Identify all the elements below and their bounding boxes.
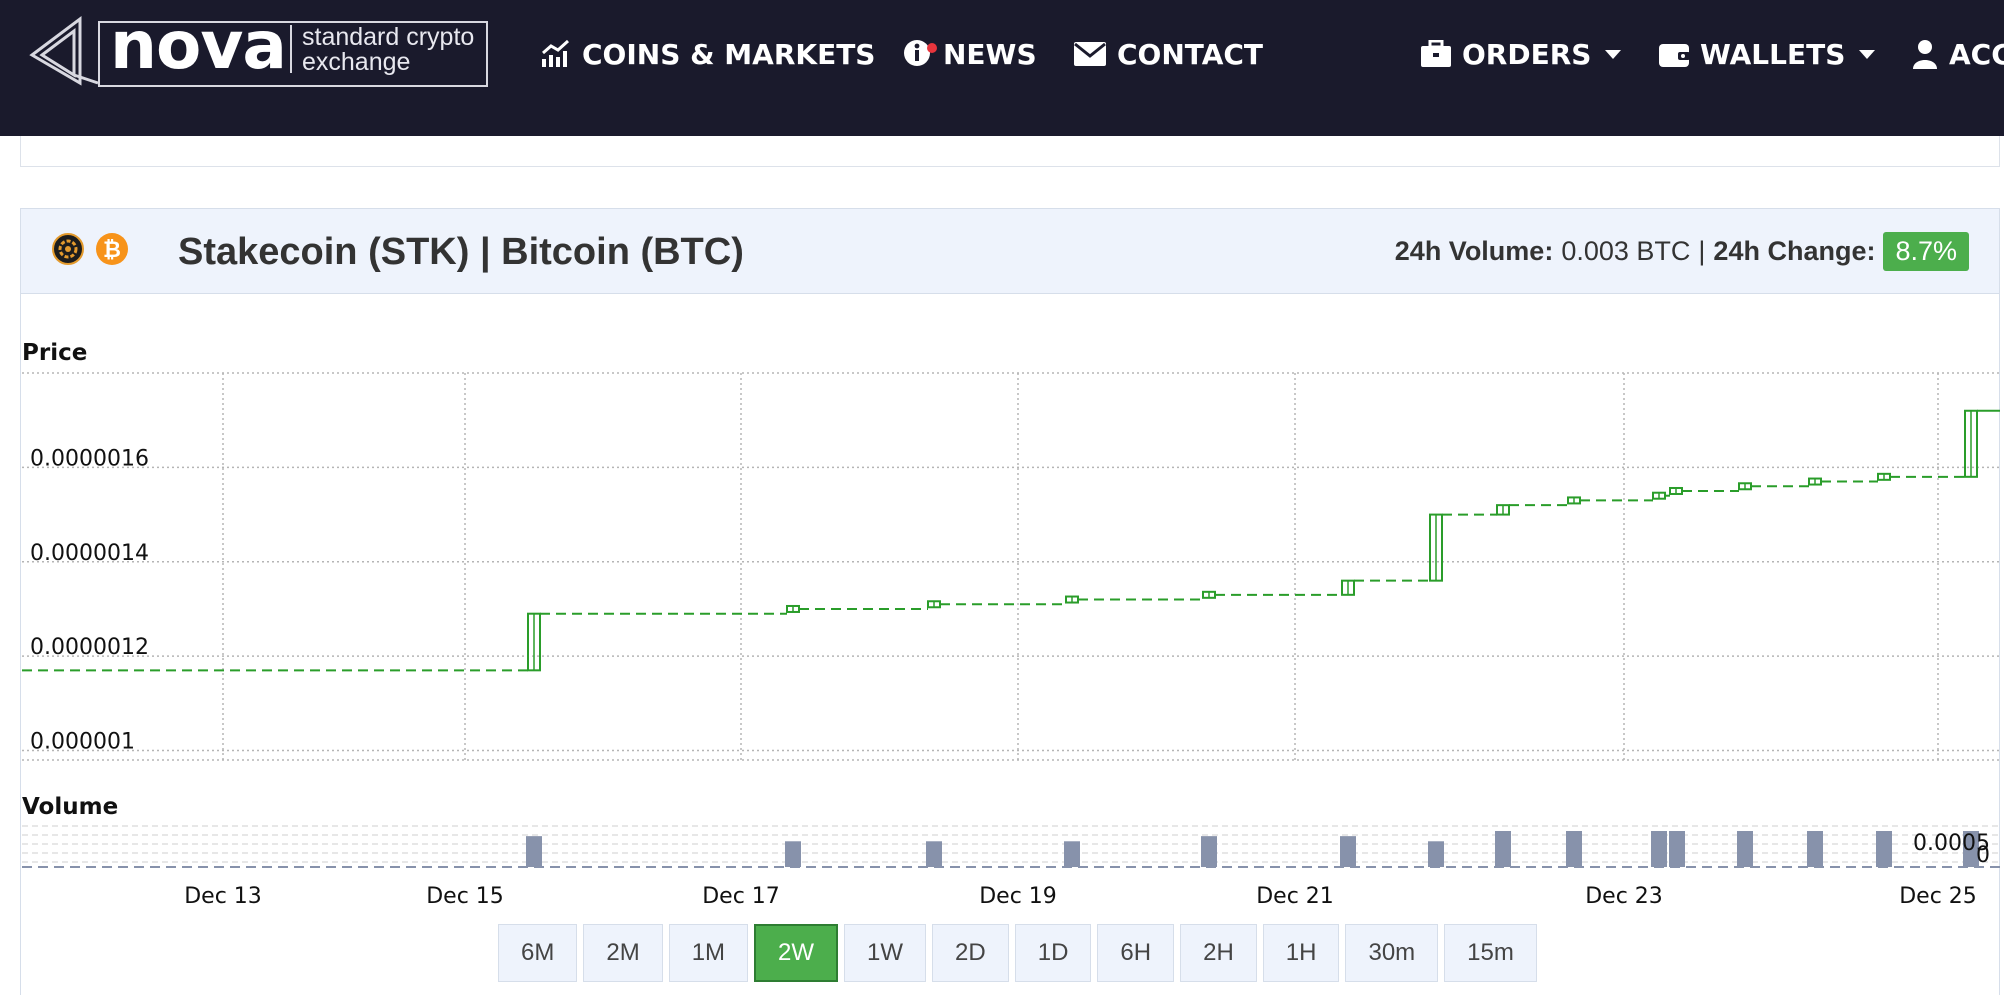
x-tick-label: Dec 17 bbox=[702, 884, 780, 909]
range-button-15m[interactable]: 15m bbox=[1444, 924, 1537, 982]
range-button-2d[interactable]: 2D bbox=[932, 924, 1009, 982]
volume-bar bbox=[1566, 831, 1582, 867]
y-tick-label: 0.0000016 bbox=[30, 446, 149, 471]
range-button-2m[interactable]: 2M bbox=[583, 924, 663, 982]
axis-labels: 0.0000016 0.0000014 0.0000012 0.000001 Dec 1… bbox=[30, 446, 1990, 909]
x-tick-label: Dec 25 bbox=[1899, 884, 1977, 909]
volume-bar bbox=[1807, 831, 1823, 867]
price-volume-chart[interactable]: Price Volume 0.00000160.00000140.0000012… bbox=[0, 0, 2004, 994]
range-button-6h[interactable]: 6H bbox=[1097, 924, 1175, 982]
y-tick-label: 0.000001 bbox=[30, 730, 135, 755]
volume-bar bbox=[1340, 836, 1356, 867]
range-button-2h[interactable]: 2H bbox=[1180, 924, 1257, 982]
volume-chart-title: Volume bbox=[22, 794, 118, 820]
range-button-1w[interactable]: 1W bbox=[844, 924, 927, 982]
y-tick-label: 0.0000014 bbox=[30, 541, 149, 566]
candles-layer bbox=[22, 409, 2000, 672]
y-tick-label: 0.0000012 bbox=[30, 635, 149, 660]
volume-bar bbox=[785, 841, 801, 867]
x-tick-label: Dec 21 bbox=[1256, 884, 1334, 909]
price-chart-title: Price bbox=[22, 340, 87, 366]
range-selector: 6M 2M 1M 2W 1W 2D 1D 6H 2H 1H 30m 15m bbox=[498, 924, 1543, 984]
x-tick-label: Dec 19 bbox=[979, 884, 1057, 909]
range-button-1d[interactable]: 1D bbox=[1014, 924, 1092, 982]
range-button-2w[interactable]: 2W bbox=[754, 924, 839, 982]
volume-bar bbox=[1651, 831, 1667, 867]
volume-bar bbox=[1201, 836, 1217, 867]
volume-bar bbox=[926, 841, 942, 867]
volume-bar bbox=[1428, 841, 1444, 867]
range-button-6m[interactable]: 6M bbox=[498, 924, 578, 982]
volume-bar bbox=[526, 836, 542, 867]
chart-grid bbox=[22, 372, 2000, 868]
x-tick-label: Dec 13 bbox=[184, 884, 262, 909]
volume-bar bbox=[1737, 831, 1753, 867]
volume-bar bbox=[1495, 831, 1511, 867]
range-button-30m[interactable]: 30m bbox=[1345, 924, 1439, 982]
volume-bar bbox=[1876, 831, 1892, 867]
x-tick-label: Dec 23 bbox=[1585, 884, 1663, 909]
range-button-1m[interactable]: 1M bbox=[668, 924, 749, 982]
x-tick-label: Dec 15 bbox=[426, 884, 504, 909]
volume-bar bbox=[1669, 831, 1685, 867]
volume-tick-label: 0 bbox=[1976, 843, 1990, 868]
volume-bar bbox=[1064, 841, 1080, 867]
range-button-1h[interactable]: 1H bbox=[1262, 924, 1340, 982]
